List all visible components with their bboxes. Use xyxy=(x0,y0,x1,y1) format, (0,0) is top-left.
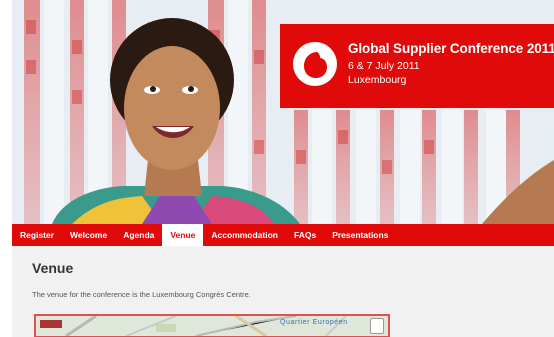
map-district-label: Quartier Européen xyxy=(280,319,348,326)
hero-image: Global Supplier Conference 2011 6 & 7 Ju… xyxy=(12,0,554,224)
venue-map[interactable]: Quartier Européen xyxy=(34,314,390,337)
nav-item-venue[interactable]: Venue xyxy=(162,224,204,246)
page-frame: Global Supplier Conference 2011 6 & 7 Ju… xyxy=(12,0,554,337)
nav-item-accommodation[interactable]: Accommodation xyxy=(203,224,286,246)
nav-item-faqs[interactable]: FAQs xyxy=(286,224,324,246)
nav-item-presentations[interactable]: Presentations xyxy=(324,224,396,246)
map-logo-icon xyxy=(40,320,62,328)
conference-date: 6 & 7 July 2011 xyxy=(348,60,420,72)
conference-banner: Global Supplier Conference 2011 6 & 7 Ju… xyxy=(280,24,554,108)
main-content: Venue The venue for the conference is th… xyxy=(12,246,554,337)
main-nav: Register Welcome Agenda Venue Accommodat… xyxy=(12,224,554,246)
conference-location: Luxembourg xyxy=(348,74,407,86)
venue-intro-text: The venue for the conference is the Luxe… xyxy=(32,290,251,299)
conference-title: Global Supplier Conference 2011 xyxy=(348,41,554,56)
nav-item-agenda[interactable]: Agenda xyxy=(115,224,162,246)
nav-item-register[interactable]: Register xyxy=(12,224,62,246)
nav-item-welcome[interactable]: Welcome xyxy=(62,224,115,246)
page-title: Venue xyxy=(32,260,74,276)
compass-icon xyxy=(370,318,384,334)
vodafone-logo-icon xyxy=(293,42,337,86)
